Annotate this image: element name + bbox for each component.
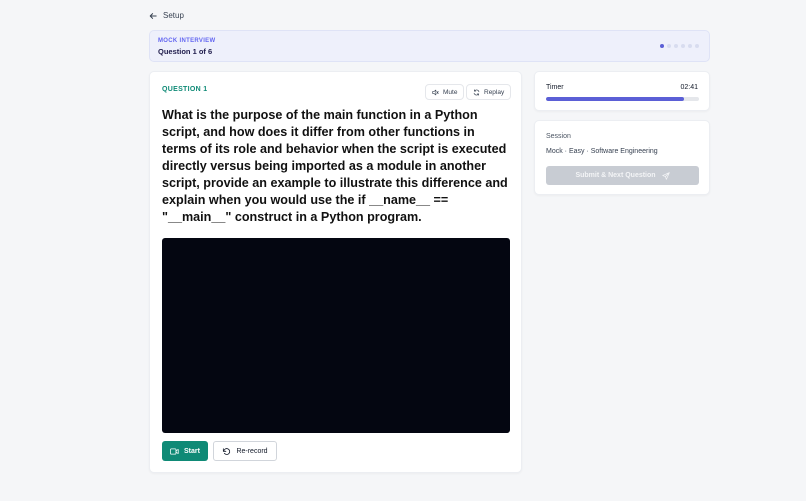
back-to-setup-link[interactable]: Setup (149, 11, 184, 20)
progress-dot (660, 44, 664, 48)
question-label: QUESTION 1 (162, 86, 208, 93)
replay-icon (473, 88, 480, 96)
session-details: Mock · Easy · Software Engineering (546, 148, 658, 155)
submit-label: Submit & Next Question (575, 172, 656, 179)
question-count: Question 1 of 6 (158, 47, 213, 56)
arrow-left-icon (149, 12, 157, 19)
mute-label: Mute (443, 88, 458, 96)
question-card: QUESTION 1 Mute Replay What is the purpo… (149, 71, 522, 473)
progress-dot (688, 44, 692, 48)
start-label: Start (184, 447, 200, 455)
session-card: Session Mock · Easy · Software Engineeri… (534, 120, 710, 195)
progress-dots (660, 44, 699, 48)
send-icon (661, 171, 670, 180)
timer-progress-track (546, 97, 699, 101)
back-label: Setup (163, 11, 184, 20)
session-label: Session (546, 133, 571, 140)
mute-button[interactable]: Mute (425, 84, 465, 100)
video-camera-icon (170, 448, 179, 454)
start-recording-button[interactable]: Start (162, 441, 208, 461)
rerecord-label: Re-record (236, 447, 268, 455)
interview-progress-banner: MOCK INTERVIEW Question 1 of 6 (149, 30, 710, 62)
progress-dot (681, 44, 685, 48)
timer-value: 02:41 (680, 84, 698, 91)
question-text: What is the purpose of the main function… (162, 108, 508, 224)
rotate-ccw-icon (223, 447, 231, 455)
progress-dot (695, 44, 699, 48)
banner-kicker: MOCK INTERVIEW (158, 38, 216, 44)
rerecord-button[interactable]: Re-record (213, 441, 277, 461)
video-preview (162, 238, 510, 433)
timer-card: Timer 02:41 (534, 71, 710, 111)
timer-label: Timer (546, 84, 564, 91)
timer-progress-fill (546, 97, 684, 101)
progress-dot (667, 44, 671, 48)
replay-button[interactable]: Replay (466, 84, 512, 100)
speaker-mute-icon (432, 89, 439, 95)
replay-label: Replay (484, 88, 505, 96)
progress-dot (674, 44, 678, 48)
submit-next-button[interactable]: Submit & Next Question (546, 166, 699, 185)
